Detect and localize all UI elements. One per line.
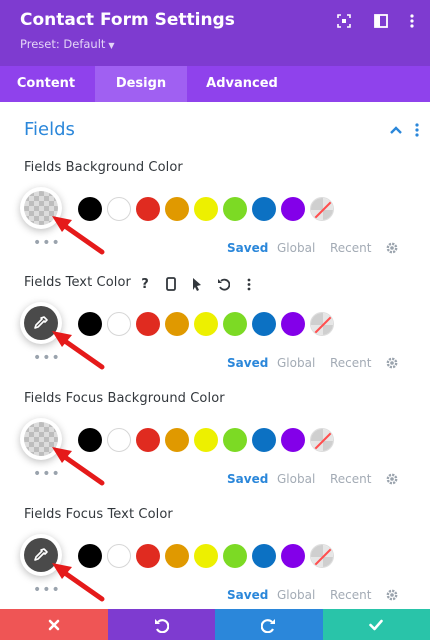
split-view-icon[interactable]	[372, 12, 390, 30]
color-swatch[interactable]	[165, 312, 189, 336]
preset-dropdown[interactable]: Preset: Default ▼	[20, 37, 115, 51]
save-button[interactable]	[322, 609, 430, 640]
action-bar	[0, 609, 430, 640]
modal-title: Contact Form Settings	[20, 10, 235, 30]
eyedropper-icon	[34, 548, 48, 561]
swatch-tab-saved[interactable]: Saved	[227, 588, 268, 602]
option-toolbar: ?	[136, 275, 266, 293]
cursor-icon[interactable]	[188, 275, 206, 293]
mobile-icon[interactable]	[162, 275, 180, 293]
tab-advanced[interactable]: Advanced	[190, 66, 294, 102]
color-swatch[interactable]	[194, 544, 218, 568]
color-swatch[interactable]	[223, 312, 247, 336]
color-swatch[interactable]	[107, 197, 131, 221]
gear-icon[interactable]	[385, 356, 399, 370]
annotation-arrow	[52, 447, 105, 486]
no-color-swatch[interactable]	[310, 544, 334, 568]
swatch-tab-global[interactable]: Global	[277, 472, 315, 486]
color-swatch[interactable]	[223, 544, 247, 568]
swatch-tab-saved[interactable]: Saved	[227, 241, 268, 255]
field-label: Fields Focus Text Color	[24, 507, 173, 522]
more-icon[interactable]	[240, 275, 258, 293]
tab-content[interactable]: Content	[0, 66, 92, 102]
swatch-tab-recent[interactable]: Recent	[330, 356, 371, 370]
no-color-swatch[interactable]	[310, 312, 334, 336]
color-swatch[interactable]	[281, 312, 305, 336]
color-swatch[interactable]	[107, 428, 131, 452]
redo-icon	[260, 618, 275, 633]
color-swatch[interactable]	[252, 312, 276, 336]
color-swatch[interactable]	[136, 197, 160, 221]
modal-header: Contact Form Settings Preset: Default ▼	[0, 0, 430, 66]
section-menu-icon[interactable]	[414, 122, 420, 138]
swatch-tab-recent[interactable]: Recent	[330, 588, 371, 602]
field-label: Fields Text Color	[24, 275, 131, 290]
color-swatch[interactable]	[136, 312, 160, 336]
help-icon[interactable]: ?	[136, 275, 154, 293]
color-swatch[interactable]	[194, 312, 218, 336]
close-icon	[48, 619, 60, 630]
swatch-tab-saved[interactable]: Saved	[227, 356, 268, 370]
gear-icon[interactable]	[385, 588, 399, 602]
annotation-arrow	[52, 216, 105, 255]
color-swatch[interactable]	[281, 428, 305, 452]
eyedropper-icon	[34, 316, 48, 329]
no-color-swatch[interactable]	[310, 428, 334, 452]
preset-label: Preset: Default	[20, 37, 106, 51]
color-swatch[interactable]	[165, 197, 189, 221]
undo-icon	[155, 618, 170, 633]
color-swatch[interactable]	[194, 197, 218, 221]
annotation-arrow	[52, 563, 105, 602]
fields-section-header[interactable]: Fields	[0, 102, 430, 160]
gear-icon[interactable]	[385, 241, 399, 255]
field-label: Fields Background Color	[24, 160, 183, 175]
caret-down-icon: ▼	[108, 41, 115, 50]
color-swatch[interactable]	[252, 428, 276, 452]
field-label: Fields Focus Background Color	[24, 391, 225, 406]
color-swatch[interactable]	[252, 544, 276, 568]
reset-icon[interactable]	[214, 275, 232, 293]
color-swatch[interactable]	[252, 197, 276, 221]
color-swatch[interactable]	[194, 428, 218, 452]
undo-button[interactable]	[107, 609, 215, 640]
color-swatch[interactable]	[281, 544, 305, 568]
color-swatch[interactable]	[107, 312, 131, 336]
discard-button[interactable]	[0, 609, 108, 640]
redo-button[interactable]	[215, 609, 323, 640]
annotation-arrow	[52, 331, 105, 370]
swatch-tab-saved[interactable]: Saved	[227, 472, 268, 486]
swatch-tab-global[interactable]: Global	[277, 356, 315, 370]
settings-tabs: Content Design Advanced	[0, 66, 430, 102]
swatch-tab-global[interactable]: Global	[277, 588, 315, 602]
section-title: Fields	[24, 119, 75, 140]
swatch-tab-recent[interactable]: Recent	[330, 241, 371, 255]
tab-design[interactable]: Design	[95, 66, 187, 102]
color-swatch[interactable]	[136, 544, 160, 568]
no-color-swatch[interactable]	[310, 197, 334, 221]
color-swatch[interactable]	[223, 428, 247, 452]
color-swatch[interactable]	[165, 544, 189, 568]
color-swatch[interactable]	[281, 197, 305, 221]
color-swatch[interactable]	[107, 544, 131, 568]
color-swatch[interactable]	[223, 197, 247, 221]
swatch-tab-recent[interactable]: Recent	[330, 472, 371, 486]
gear-icon[interactable]	[385, 472, 399, 486]
more-options-icon[interactable]	[403, 12, 421, 30]
focus-mode-icon[interactable]	[335, 12, 353, 30]
swatch-tab-global[interactable]: Global	[277, 241, 315, 255]
color-swatch[interactable]	[165, 428, 189, 452]
chevron-up-icon[interactable]	[388, 122, 404, 138]
checkmark-icon	[369, 619, 384, 630]
color-swatch[interactable]	[136, 428, 160, 452]
